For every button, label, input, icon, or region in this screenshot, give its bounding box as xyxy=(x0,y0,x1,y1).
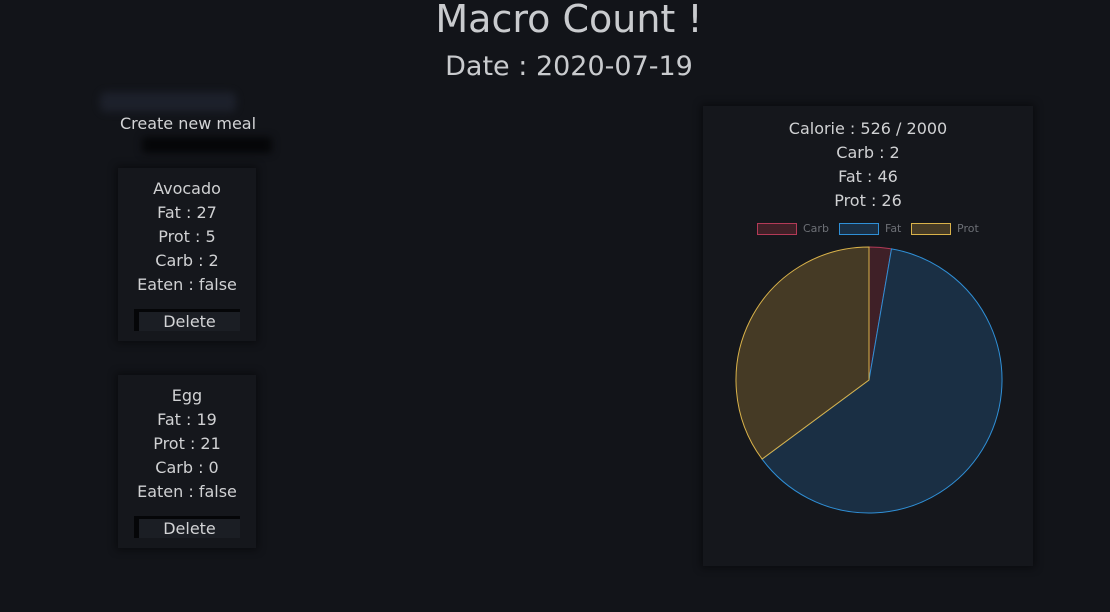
page: Macro Count ! Date : 2020-07-19 Create n… xyxy=(0,0,1110,612)
date-value: 2020-07-19 xyxy=(535,51,693,82)
app-title: Macro Count ! xyxy=(435,0,703,41)
meal-card: Egg Fat : 19 Prot : 21 Carb : 0 Eaten : … xyxy=(118,375,256,548)
meal-name: Avocado xyxy=(153,179,221,198)
delete-button[interactable]: Delete xyxy=(134,309,240,331)
macro-pie-chart xyxy=(735,246,1003,514)
meal-fat: Fat : 19 xyxy=(157,410,217,429)
summary-panel: Calorie : 526 / 2000 Carb : 2 Fat : 46 P… xyxy=(703,106,1033,566)
meal-eaten: Eaten : false xyxy=(137,275,237,294)
create-meal-shadow xyxy=(142,137,272,153)
meal-name: Egg xyxy=(171,386,203,405)
blurred-placeholder xyxy=(100,92,236,112)
meal-prot: Prot : 21 xyxy=(153,434,221,453)
create-meal-button[interactable]: Create new meal xyxy=(108,114,268,134)
meal-fat: Fat : 27 xyxy=(157,203,217,222)
meal-eaten: Eaten : false xyxy=(137,482,237,501)
meal-carb: Carb : 0 xyxy=(155,458,219,477)
meal-card: Avocado Fat : 27 Prot : 5 Carb : 2 Eaten… xyxy=(118,168,256,341)
delete-button[interactable]: Delete xyxy=(134,516,240,538)
date-line: Date : 2020-07-19 xyxy=(0,49,1110,85)
meal-carb: Carb : 2 xyxy=(155,251,219,270)
date-label: Date : xyxy=(445,51,528,82)
meal-prot: Prot : 5 xyxy=(158,227,216,246)
